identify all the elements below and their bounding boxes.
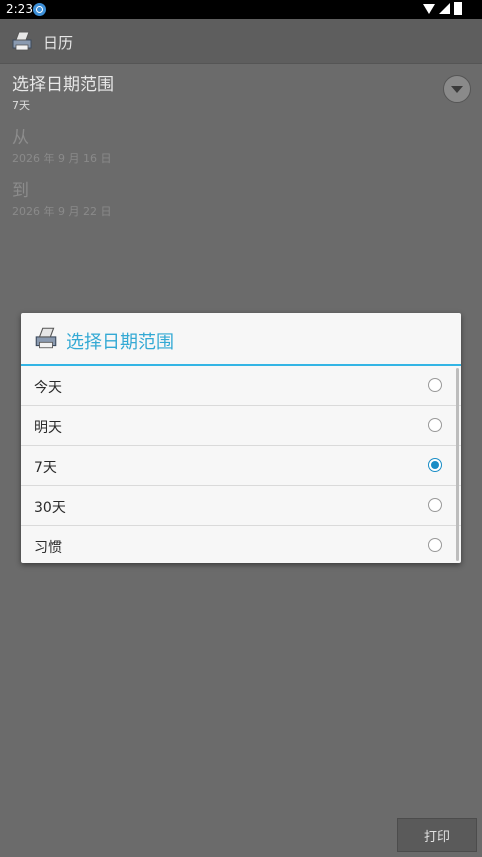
- from-date-setting[interactable]: 从 2026 年 9 月 16 日: [12, 123, 111, 166]
- option-label: 明天: [34, 420, 62, 436]
- radio-button-selected[interactable]: [428, 458, 442, 472]
- to-title: 到: [12, 181, 29, 201]
- option-list: 今天 明天 7天 30天 习惯: [21, 366, 461, 565]
- option-label: 7天: [34, 460, 57, 476]
- from-title: 从: [12, 128, 29, 148]
- date-range-value: 7天: [12, 99, 30, 112]
- option-today[interactable]: 今天: [21, 366, 461, 406]
- status-bar: 2:23: [0, 0, 482, 19]
- app-bar: 日历: [0, 19, 482, 64]
- date-range-title: 选择日期范围: [12, 75, 114, 95]
- chevron-down-icon[interactable]: [443, 75, 471, 103]
- print-button[interactable]: 打印: [397, 818, 477, 852]
- to-date-setting[interactable]: 到 2026 年 9 月 22 日: [12, 176, 111, 219]
- option-label: 习惯: [34, 540, 62, 556]
- dialog-title: 选择日期范围: [66, 332, 174, 353]
- option-7-days[interactable]: 7天: [21, 446, 461, 486]
- app-title: 日历: [43, 34, 74, 52]
- option-custom[interactable]: 习惯: [21, 526, 461, 565]
- wifi-icon: [423, 3, 435, 14]
- date-range-setting[interactable]: 选择日期范围 7天: [12, 70, 114, 113]
- option-label: 今天: [34, 380, 62, 396]
- from-value: 2026 年 9 月 16 日: [12, 152, 112, 165]
- option-30-days[interactable]: 30天: [21, 486, 461, 526]
- radio-button[interactable]: [428, 418, 442, 432]
- status-time: 2:23: [6, 2, 33, 16]
- radio-button[interactable]: [428, 498, 442, 512]
- dialog-scrollbar[interactable]: [456, 368, 459, 561]
- to-value: 2026 年 9 月 22 日: [12, 205, 112, 218]
- option-label: 30天: [34, 500, 66, 516]
- signal-icon: [439, 3, 450, 14]
- sync-icon: [33, 3, 46, 16]
- date-range-dialog: 选择日期范围 今天 明天 7天 30天 习惯: [21, 313, 461, 563]
- dialog-header: 选择日期范围: [21, 313, 461, 366]
- radio-button[interactable]: [428, 538, 442, 552]
- printer-icon: [35, 327, 57, 349]
- battery-icon: [454, 2, 462, 15]
- printer-app-icon[interactable]: [10, 29, 34, 53]
- option-tomorrow[interactable]: 明天: [21, 406, 461, 446]
- radio-button[interactable]: [428, 378, 442, 392]
- system-icons: [423, 2, 462, 15]
